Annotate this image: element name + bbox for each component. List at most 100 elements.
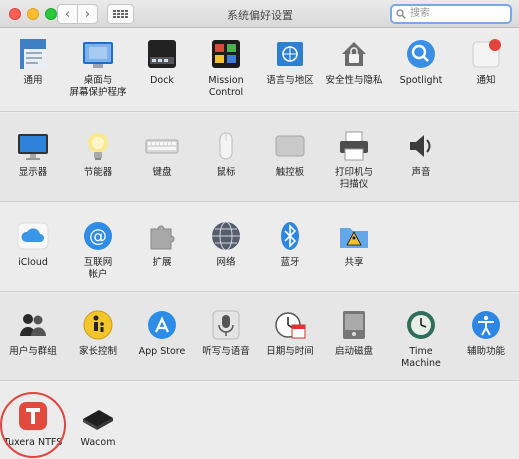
pane-label: Dock [150,75,174,86]
notification-icon [469,37,503,71]
trackpad-icon [273,129,307,163]
pane-security[interactable]: 安全性与隐私 [321,37,387,87]
title-bar: ‹ › 系统偏好设置 搜索 [0,0,519,28]
clock-calendar-icon [273,308,307,342]
pane-label: 节能器 [83,167,113,178]
pane-startup-disk[interactable]: 启动磁盘 [321,308,387,358]
pane-label: Spotlight [399,75,443,86]
pane-label: 蓝牙 [280,257,300,268]
bulb-icon [81,129,115,163]
puzzle-icon [145,219,179,253]
pane-label: 网络 [216,257,236,268]
pane-dock[interactable]: Dock [129,37,195,87]
pane-energy[interactable]: 节能器 [65,129,131,179]
pane-sharing[interactable]: 共享 [321,219,387,269]
grid-icon [113,10,128,18]
disk-icon [337,308,371,342]
printer-icon [337,129,371,163]
pane-label: 鼠标 [216,167,236,178]
pane-desktop[interactable]: 桌面与 屏幕保护程序 [65,37,131,99]
pane-accessibility[interactable]: 辅助功能 [453,308,519,358]
chevron-left-icon: ‹ [64,6,71,22]
pane-notifications[interactable]: 通知 [453,37,519,87]
globe-icon [209,219,243,253]
pane-dictation[interactable]: 听写与语音 [193,308,259,358]
mission-control-icon [209,37,243,71]
pane-label: App Store [138,346,186,357]
pane-language[interactable]: 语言与地区 [257,37,323,87]
speaker-icon [404,129,438,163]
pane-label: Mission Control [208,75,244,98]
search-field[interactable]: 搜索 [390,4,512,24]
pane-label: 家长控制 [78,346,117,357]
pane-mouse[interactable]: 鼠标 [193,129,259,179]
pane-keyboard[interactable]: 键盘 [129,129,195,179]
users-icon [16,308,50,342]
pane-label: 键盘 [152,167,172,178]
app-store-icon [145,308,179,342]
magnifier-icon [404,37,438,71]
sharing-folder-icon [337,219,371,253]
tablet-icon [81,399,115,433]
pane-label: 声音 [411,167,431,178]
bluetooth-icon [273,219,307,253]
show-all-button[interactable] [107,4,134,24]
search-icon [396,9,406,19]
pane-users[interactable]: 用户与群组 [0,308,66,358]
pane-label: 安全性与隐私 [325,75,383,86]
back-button[interactable]: ‹ [57,4,78,24]
pane-label: Time Machine [401,346,441,369]
pane-label: 共享 [344,257,364,268]
pane-wacom[interactable]: Wacom [65,399,131,449]
file-icon [16,37,50,71]
pane-label: 触控板 [275,167,305,178]
pane-general[interactable]: 通用 [0,37,66,87]
pane-label: Wacom [80,437,116,448]
pane-spotlight[interactable]: Spotlight [388,37,454,87]
house-lock-icon [337,37,371,71]
pane-displays[interactable]: 显示器 [0,129,66,179]
svg-text:@: @ [89,226,107,247]
pane-label: 通知 [476,75,496,86]
pane-icloud[interactable]: iCloud [0,219,66,269]
pane-label: 打印机与 扫描仪 [334,167,373,190]
pane-date-time[interactable]: 日期与时间 [257,308,323,358]
pane-time-machine[interactable]: Time Machine [388,308,454,370]
microphone-icon [209,308,243,342]
pane-label: iCloud [18,257,48,268]
pane-label: 启动磁盘 [334,346,373,357]
close-button[interactable] [9,8,21,20]
pane-parental[interactable]: 家长控制 [65,308,131,358]
pane-mission-control[interactable]: Mission Control [193,37,259,99]
forward-button[interactable]: › [77,4,98,24]
zoom-button[interactable] [45,8,57,20]
parental-icon [81,308,115,342]
minimize-button[interactable] [27,8,39,20]
highlight-circle [0,392,66,458]
search-placeholder: 搜索 [410,8,430,19]
flag-icon [273,37,307,71]
pane-extensions[interactable]: 扩展 [129,219,195,269]
pane-label: 辅助功能 [466,346,505,357]
dock-icon [145,37,179,71]
pane-label: 显示器 [18,167,48,178]
monitor-icon [16,129,50,163]
accessibility-icon [469,308,503,342]
time-machine-icon [404,308,438,342]
cloud-icon [16,219,50,253]
window-title: 系统偏好设置 [227,9,293,22]
pane-bluetooth[interactable]: 蓝牙 [257,219,323,269]
pane-printers[interactable]: 打印机与 扫描仪 [321,129,387,191]
pane-label: 桌面与 屏幕保护程序 [69,75,127,98]
chevron-right-icon: › [84,6,91,22]
pane-internet-accounts[interactable]: @ 互联网 帐户 [65,219,131,281]
mouse-icon [209,129,243,163]
keyboard-icon [145,129,179,163]
pane-app-store[interactable]: App Store [129,308,195,358]
pane-label: 互联网 帐户 [83,257,113,280]
pane-sound[interactable]: 声音 [388,129,454,179]
pane-network[interactable]: 网络 [193,219,259,269]
pane-trackpad[interactable]: 触控板 [257,129,323,179]
pane-label: 通用 [23,75,43,86]
at-icon: @ [81,219,115,253]
